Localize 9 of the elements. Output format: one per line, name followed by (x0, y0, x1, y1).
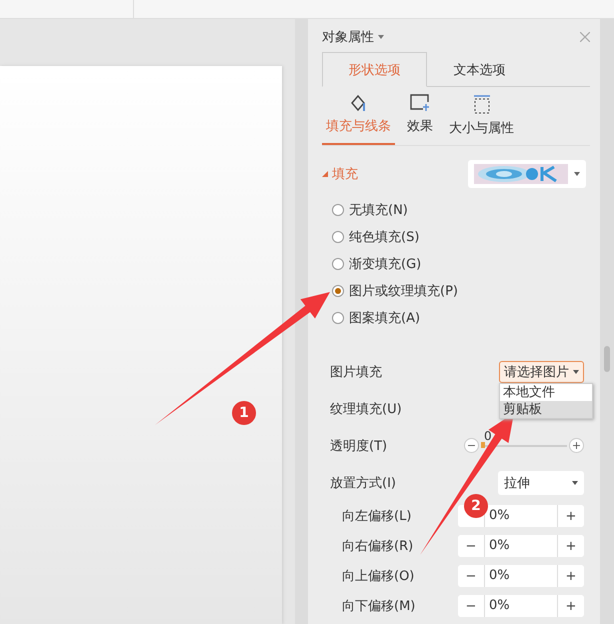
field-label: 放置方式(I) (330, 474, 396, 492)
field-label: 向上偏移(O) (342, 568, 416, 585)
field-label: 透明度(T) (330, 438, 388, 454)
field-label: 向右偏移(R) (342, 538, 414, 555)
field-label: 向左偏移(L) (342, 508, 412, 525)
field-label: 图片填充 (330, 364, 382, 380)
field-label: 向下偏移(M) (342, 598, 416, 615)
field-label: 纹理填充(U) (330, 400, 402, 418)
slider-value: 0 (484, 428, 492, 442)
